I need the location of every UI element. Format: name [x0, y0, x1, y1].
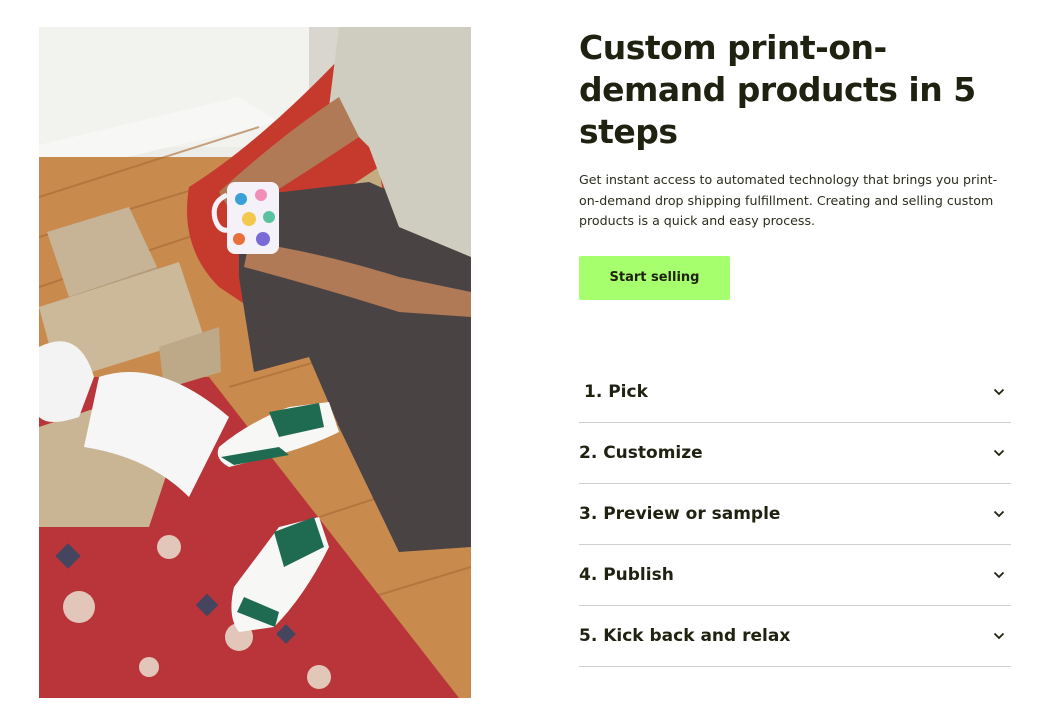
accordion-item-customize[interactable]: 2. Customize: [579, 423, 1011, 484]
chevron-down-icon[interactable]: [993, 510, 1005, 518]
accordion-item-preview-or-sample[interactable]: 3. Preview or sample: [579, 484, 1011, 545]
steps-accordion: 1. Pick 2. Customize 3. Preview or sampl…: [579, 361, 1011, 667]
chevron-down-icon[interactable]: [993, 632, 1005, 640]
chevron-down-icon[interactable]: [993, 449, 1005, 457]
person-with-mug-and-boxes-photo: [39, 27, 471, 698]
hero-photo: [39, 27, 471, 698]
accordion-item-pick[interactable]: 1. Pick: [579, 361, 1011, 423]
start-selling-button[interactable]: Start selling: [579, 255, 730, 300]
chevron-down-icon[interactable]: [993, 571, 1005, 579]
hero-content: Custom print-on- demand products in 5 st…: [579, 27, 1011, 300]
accordion-item-label: 4. Publish: [579, 565, 674, 585]
accordion-item-label: 5. Kick back and relax: [579, 626, 791, 646]
accordion-item-publish[interactable]: 4. Publish: [579, 545, 1011, 606]
accordion-item-label: 2. Customize: [579, 443, 703, 463]
title-line: Custom print-on-: [579, 28, 887, 67]
accordion-item-label: 3. Preview or sample: [579, 504, 781, 524]
title-line: steps: [579, 112, 678, 151]
page-title: Custom print-on- demand products in 5 st…: [579, 27, 1011, 153]
chevron-down-icon[interactable]: [993, 388, 1005, 396]
title-line: demand products in 5: [579, 70, 976, 109]
accordion-item-label: 1. Pick: [584, 381, 648, 402]
hero-description: Get instant access to automated technolo…: [579, 172, 998, 228]
accordion-item-kick-back-and-relax[interactable]: 5. Kick back and relax: [579, 606, 1011, 667]
